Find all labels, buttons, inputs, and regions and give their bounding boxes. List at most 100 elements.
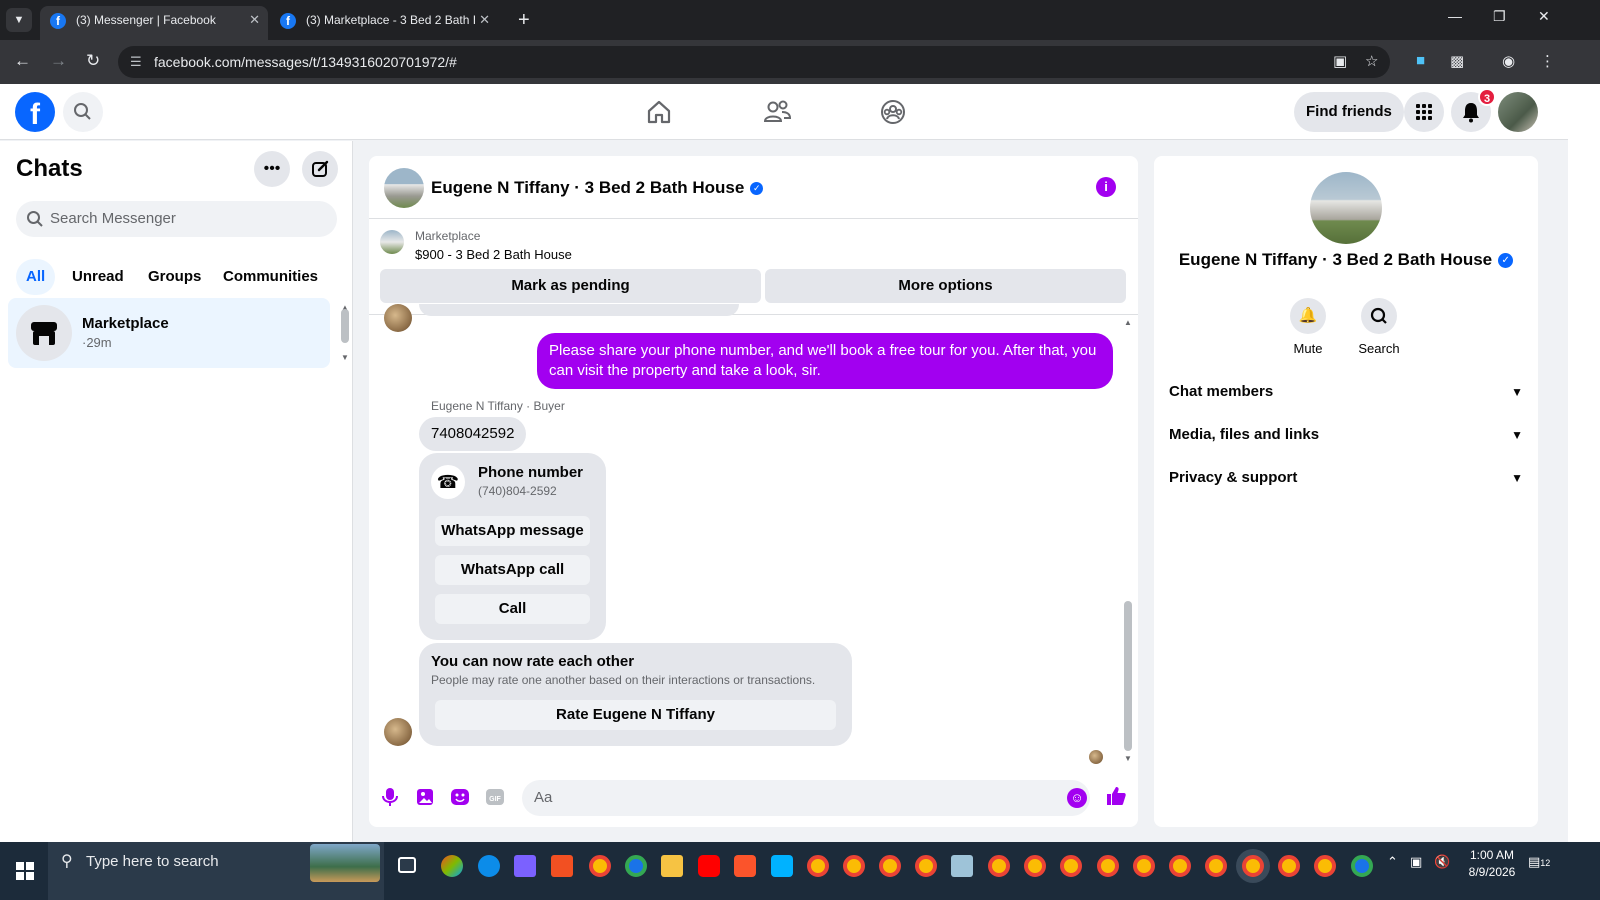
tab-search-dropdown[interactable]: ▼ xyxy=(6,8,32,32)
vpn-app-icon[interactable] xyxy=(514,855,536,877)
menu-grid-button[interactable] xyxy=(1404,92,1444,132)
chrome-icon-active[interactable] xyxy=(1242,855,1264,877)
conversation-title[interactable]: Eugene N Tiffany · 3 Bed 2 Bath House ✓ xyxy=(431,178,764,198)
new-message-button[interactable] xyxy=(302,151,338,187)
store-icon[interactable] xyxy=(551,855,573,877)
address-bar[interactable]: ☰ facebook.com/messages/t/13493160207019… xyxy=(118,46,1390,78)
chrome-icon[interactable] xyxy=(1314,855,1336,877)
scroll-up-arrow-icon[interactable]: ▲ xyxy=(1124,318,1132,327)
chat-list-item-marketplace[interactable]: Marketplace ·29m xyxy=(8,298,330,368)
conversation-scrollbar-thumb[interactable] xyxy=(1124,601,1132,751)
install-app-icon[interactable]: ▣ xyxy=(1333,52,1347,70)
media-files-links-section[interactable]: Media, files and links ▼ xyxy=(1169,415,1523,455)
windows-start-icon[interactable] xyxy=(16,862,34,880)
profile-icon[interactable]: ◉ xyxy=(1502,52,1515,70)
chrome-icon[interactable] xyxy=(988,855,1010,877)
chrome-icon[interactable] xyxy=(1133,855,1155,877)
photo-icon[interactable] xyxy=(414,786,436,808)
listing-title[interactable]: $900 - 3 Bed 2 Bath House xyxy=(415,247,572,262)
chrome-icon[interactable] xyxy=(807,855,829,877)
chat-members-section[interactable]: Chat members ▼ xyxy=(1169,372,1523,412)
more-options-button[interactable]: More options xyxy=(765,269,1126,303)
privacy-support-section[interactable]: Privacy & support ▼ xyxy=(1169,458,1523,498)
groups-icon[interactable] xyxy=(877,96,909,128)
conversation-info-icon[interactable]: i xyxy=(1096,177,1116,197)
scroll-down-arrow-icon[interactable]: ▼ xyxy=(341,353,349,362)
file-explorer-icon[interactable] xyxy=(661,855,683,877)
chrome-icon[interactable] xyxy=(1060,855,1082,877)
bookmark-star-icon[interactable]: ☆ xyxy=(1365,52,1378,70)
facebook-logo-icon[interactable]: f xyxy=(15,92,55,132)
back-icon[interactable]: ← xyxy=(14,51,31,71)
notification-center-icon[interactable]: ▤12 xyxy=(1528,854,1550,870)
friends-icon[interactable] xyxy=(761,96,793,128)
chrome-icon[interactable] xyxy=(1351,855,1373,877)
facebook-search-button[interactable] xyxy=(63,92,103,132)
home-icon[interactable] xyxy=(643,96,675,128)
chrome-icon[interactable] xyxy=(1278,855,1300,877)
site-settings-icon[interactable]: ☰ xyxy=(130,46,142,78)
sticker-icon[interactable] xyxy=(449,786,471,808)
tab-close-icon[interactable]: ✕ xyxy=(249,6,260,34)
call-button[interactable]: Call xyxy=(435,594,590,624)
tab-close-icon[interactable]: ✕ xyxy=(479,6,490,34)
copilot-icon[interactable] xyxy=(441,855,463,877)
notes-icon[interactable] xyxy=(951,855,973,877)
incoming-message[interactable]: 7408042592 xyxy=(419,417,527,451)
filter-groups[interactable]: Groups xyxy=(138,259,211,295)
restore-icon[interactable]: ❐ xyxy=(1493,8,1506,25)
filter-communities[interactable]: Communities xyxy=(213,259,328,295)
mute-action[interactable]: 🔔 Mute xyxy=(1273,298,1343,356)
thumbs-up-icon[interactable] xyxy=(1104,784,1128,808)
browser-menu-icon[interactable]: ⋮ xyxy=(1540,52,1555,70)
taskbar-search-box[interactable]: ⚲ Type here to search xyxy=(48,842,384,900)
sidebar-scrollbar-thumb[interactable] xyxy=(341,309,349,343)
window-close-icon[interactable]: ✕ xyxy=(1538,8,1550,25)
filter-unread[interactable]: Unread xyxy=(62,259,134,295)
filter-all[interactable]: All xyxy=(16,259,56,295)
gif-icon[interactable]: GIF xyxy=(484,786,506,808)
search-action[interactable]: Search xyxy=(1344,298,1414,356)
tray-chevron-up-icon[interactable]: ⌃ xyxy=(1387,854,1398,870)
page-scrollbar[interactable] xyxy=(1568,84,1600,842)
chrome-icon[interactable] xyxy=(1169,855,1191,877)
chrome-icon[interactable] xyxy=(1024,855,1046,877)
chrome-icon[interactable] xyxy=(1097,855,1119,877)
profile-avatar[interactable] xyxy=(1310,172,1382,244)
emoji-icon[interactable]: ☺ xyxy=(1067,788,1087,808)
account-avatar[interactable] xyxy=(1498,92,1538,132)
forward-icon[interactable]: → xyxy=(50,51,67,71)
volume-muted-icon[interactable]: 🔇 xyxy=(1434,854,1450,870)
whatsapp-message-button[interactable]: WhatsApp message xyxy=(435,516,590,546)
app-icon[interactable] xyxy=(771,855,793,877)
minimize-icon[interactable]: — xyxy=(1448,8,1462,24)
message-input[interactable]: Aa xyxy=(522,780,1090,816)
mark-as-pending-button[interactable]: Mark as pending xyxy=(380,269,761,303)
chat-options-button[interactable]: ••• xyxy=(254,151,290,187)
whatsapp-call-button[interactable]: WhatsApp call xyxy=(435,555,590,585)
chrome-icon[interactable] xyxy=(1205,855,1227,877)
task-view-icon[interactable] xyxy=(398,857,416,873)
chrome-icon[interactable] xyxy=(879,855,901,877)
conversation-avatar[interactable] xyxy=(384,168,424,208)
youtube-icon[interactable] xyxy=(698,855,720,877)
edge-icon[interactable] xyxy=(478,855,500,877)
chrome-icon[interactable] xyxy=(625,855,647,877)
new-tab-button[interactable]: + xyxy=(518,6,530,34)
network-icon[interactable]: ▣ xyxy=(1410,854,1422,870)
reload-icon[interactable]: ↻ xyxy=(86,51,100,71)
search-messenger-input[interactable]: Search Messenger xyxy=(16,201,337,237)
extension-on-icon[interactable]: ■ xyxy=(1416,52,1425,69)
rate-user-button[interactable]: Rate Eugene N Tiffany xyxy=(435,700,836,730)
find-friends-button[interactable]: Find friends xyxy=(1294,92,1404,132)
taskbar-clock[interactable]: 1:00 AM 8/9/2026 xyxy=(1460,847,1524,881)
chrome-icon[interactable] xyxy=(589,855,611,877)
tab-marketplace[interactable]: f (3) Marketplace - 3 Bed 2 Bath I ✕ xyxy=(270,6,498,40)
microphone-icon[interactable] xyxy=(379,786,401,808)
outgoing-message[interactable]: Please share your phone number, and we'l… xyxy=(537,333,1113,389)
chrome-icon[interactable] xyxy=(915,855,937,877)
extensions-puzzle-icon[interactable]: ▩ xyxy=(1450,52,1464,70)
tab-messenger[interactable]: f (3) Messenger | Facebook ✕ xyxy=(40,6,268,40)
brave-icon[interactable] xyxy=(734,855,756,877)
scroll-down-arrow-icon[interactable]: ▼ xyxy=(1124,754,1132,763)
